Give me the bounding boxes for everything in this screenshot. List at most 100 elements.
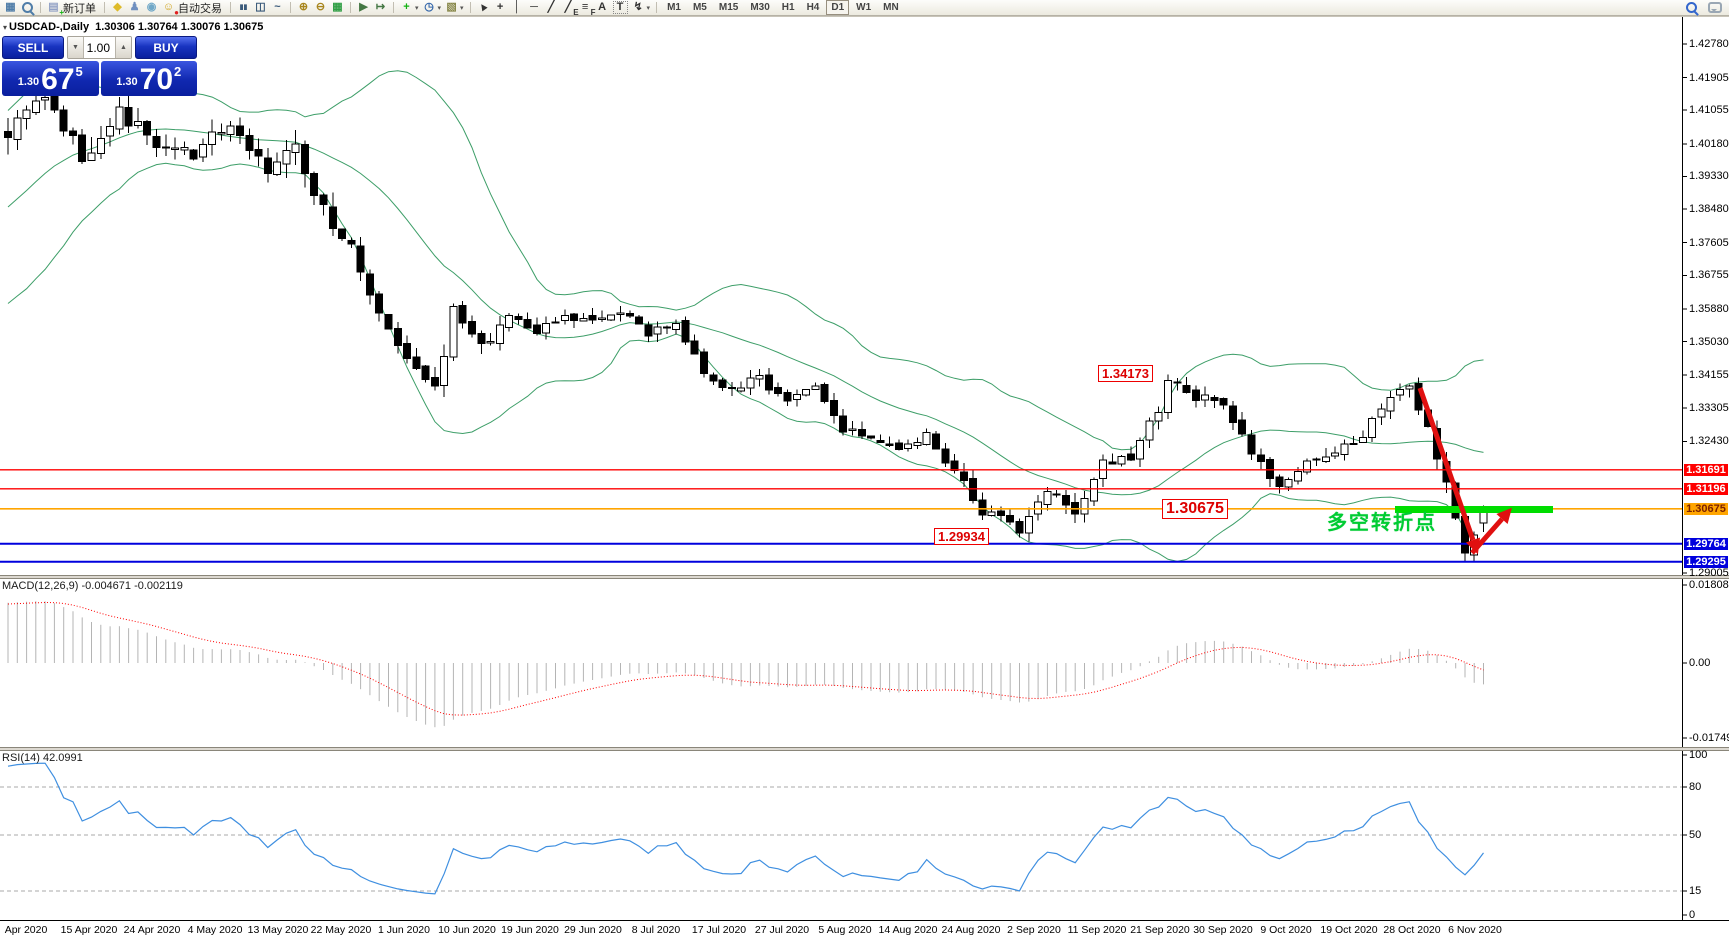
date-axis-label: 24 Aug 2020 bbox=[941, 924, 1001, 936]
toolbar-separator bbox=[290, 2, 291, 13]
text-icon[interactable]: A bbox=[594, 0, 611, 15]
chart-title-symbol: USDCAD-,Daily bbox=[9, 21, 90, 33]
sell-price-big: 67 bbox=[41, 63, 75, 97]
search-icon[interactable] bbox=[1683, 0, 1700, 15]
macd-axis-tick: 0.018083 bbox=[1689, 579, 1729, 592]
rsi-panel-splitter[interactable] bbox=[0, 747, 1729, 751]
date-axis-label: 1 Jun 2020 bbox=[378, 924, 430, 936]
autotrade-button[interactable]: ☺ ● bbox=[160, 0, 179, 17]
swing-low-price-label[interactable]: 1.29934 bbox=[934, 528, 989, 545]
toolbar-separator bbox=[40, 2, 41, 13]
chart-styles-icon[interactable]: ◆ bbox=[109, 0, 126, 15]
rsi-axis-tick: 100 bbox=[1689, 749, 1708, 761]
volume-up-button[interactable]: ▲ bbox=[115, 37, 131, 58]
price-chart-canvas[interactable] bbox=[0, 0, 1729, 941]
price-axis-tick: 1.37605 bbox=[1689, 236, 1729, 249]
toolbar-separator bbox=[350, 2, 351, 13]
price-axis-tick: 1.40180 bbox=[1689, 137, 1729, 150]
chart-title: ▾ USDCAD-,Daily 1.30306 1.30764 1.30076 1.… bbox=[3, 21, 263, 33]
toolbar-right bbox=[1677, 0, 1729, 15]
zoom-out-icon[interactable]: ⊖ bbox=[312, 0, 329, 15]
date-axis-label: 6 Nov 2020 bbox=[1448, 924, 1502, 936]
timeframe-h1-button[interactable]: H1 bbox=[777, 0, 800, 15]
timeframe-m30-button[interactable]: M30 bbox=[745, 0, 774, 15]
date-axis-label: 5 Aug 2020 bbox=[818, 924, 872, 936]
zoom-in-icon[interactable]: ⊕ bbox=[295, 0, 312, 15]
chart-svg[interactable] bbox=[0, 0, 1729, 941]
vertical-line-icon[interactable]: │ bbox=[509, 0, 526, 15]
timeframe-m5-button[interactable]: M5 bbox=[688, 0, 712, 15]
indicators-icon-dropdown[interactable]: ▾ bbox=[415, 4, 419, 12]
arrows-icon[interactable]: ↯ bbox=[630, 0, 647, 15]
timeframe-mn-button[interactable]: MN bbox=[878, 0, 904, 15]
profiles-icon[interactable]: ♟ bbox=[126, 0, 143, 15]
turning-point-note[interactable]: 多空转折点 bbox=[1327, 506, 1437, 535]
price-axis-tick: 1.41055 bbox=[1689, 104, 1729, 117]
fibonacci-icon[interactable]: ≡ F bbox=[577, 0, 596, 17]
price-axis-highlight: 1.29295 bbox=[1684, 555, 1728, 568]
toolbar-separator bbox=[656, 2, 658, 13]
candles-layer bbox=[4, 88, 1488, 563]
current-price-text-label[interactable]: 1.30675 bbox=[1162, 499, 1228, 519]
signals-icon[interactable]: ◉ bbox=[143, 0, 160, 15]
rsi-axis-tick: 15 bbox=[1689, 885, 1702, 897]
buy-button[interactable]: BUY bbox=[135, 36, 197, 59]
timeframe-m15-button[interactable]: M15 bbox=[714, 0, 743, 15]
trendline-icon[interactable]: ╱ bbox=[543, 0, 560, 15]
one-click-trading-panel: SELL ▼ 1.00 ▲ BUY 1.30 67 5 1.30 70 2 bbox=[2, 36, 197, 96]
periods-icon[interactable]: ◷ bbox=[421, 0, 438, 15]
macd-panel-splitter[interactable] bbox=[0, 575, 1729, 579]
price-axis-tick: 1.35030 bbox=[1689, 335, 1729, 348]
channel-icon[interactable]: ╱ E bbox=[560, 0, 579, 17]
new-chart-icon[interactable]: ▦ bbox=[2, 0, 19, 15]
date-axis-label: 27 Jul 2020 bbox=[754, 924, 810, 936]
templates-icon[interactable]: ▧ bbox=[443, 0, 460, 15]
volume-down-button[interactable]: ▼ bbox=[68, 37, 84, 58]
buy-price-box[interactable]: 1.30 70 2 bbox=[100, 61, 197, 96]
print-preview-icon[interactable] bbox=[19, 0, 36, 15]
date-axis-label: 2 Sep 2020 bbox=[1007, 924, 1061, 936]
collapse-triangle-icon[interactable]: ▾ bbox=[3, 23, 7, 32]
new-order-button-label[interactable]: 新订单 bbox=[63, 0, 96, 16]
sell-button[interactable]: SELL bbox=[2, 36, 64, 59]
sell-price-box[interactable]: 1.30 67 5 bbox=[2, 61, 99, 96]
autotrade-button-label[interactable]: 自动交易 bbox=[178, 0, 222, 16]
price-axis-tick: 1.35880 bbox=[1689, 302, 1729, 315]
bar-chart-icon[interactable]: ▮▮ bbox=[235, 0, 252, 15]
volume-input[interactable]: 1.00 bbox=[84, 37, 115, 58]
date-axis-label: 8 Jul 2020 bbox=[631, 924, 681, 936]
timeframe-m1-button[interactable]: M1 bbox=[662, 0, 686, 15]
volume-control: ▼ 1.00 ▲ bbox=[67, 36, 132, 59]
date-axis-label: 4 May 2020 bbox=[187, 924, 243, 936]
print-preview-icon bbox=[22, 2, 33, 13]
rsi-axis-tick: 0 bbox=[1689, 909, 1696, 921]
price-axis-tick: 1.29005 bbox=[1689, 566, 1729, 579]
rsi-indicator-label: RSI(14) 42.0991 bbox=[2, 752, 83, 764]
swing-high-price-label[interactable]: 1.34173 bbox=[1098, 365, 1153, 382]
macd-indicator-label: MACD(12,26,9) -0.004671 -0.002119 bbox=[2, 580, 183, 592]
timeframe-d1-button[interactable]: D1 bbox=[826, 0, 850, 15]
arrows-icon-dropdown[interactable]: ▾ bbox=[647, 4, 651, 12]
tile-windows-icon[interactable]: ▦ bbox=[329, 0, 346, 15]
date-axis-label: 10 Jun 2020 bbox=[438, 924, 496, 936]
chart-shift-icon[interactable]: ↦ bbox=[372, 0, 389, 15]
horizontal-line-icon[interactable]: ─ bbox=[526, 0, 543, 15]
price-axis-tick: 1.41905 bbox=[1689, 71, 1729, 84]
label-icon[interactable]: T bbox=[612, 1, 628, 14]
auto-scroll-icon[interactable]: ▶ bbox=[355, 0, 372, 15]
toolbar-separator bbox=[230, 2, 231, 13]
timeframe-w1-button[interactable]: W1 bbox=[851, 0, 876, 15]
templates-icon-dropdown[interactable]: ▾ bbox=[460, 4, 464, 12]
periods-icon-dropdown[interactable]: ▾ bbox=[438, 4, 442, 12]
new-order-button[interactable]: ▤ + bbox=[45, 0, 64, 17]
trend-arrow-up[interactable] bbox=[1470, 507, 1512, 555]
line-chart-icon[interactable]: ~ bbox=[269, 0, 286, 15]
candlestick-chart-icon[interactable]: ◫ bbox=[252, 0, 269, 15]
indicators-icon[interactable]: + bbox=[398, 0, 415, 15]
date-axis-label: 19 Oct 2020 bbox=[1320, 924, 1378, 936]
date-axis-label: 19 Jun 2020 bbox=[501, 924, 559, 936]
crosshair-icon[interactable]: + bbox=[492, 0, 509, 15]
timeframe-h4-button[interactable]: H4 bbox=[802, 0, 825, 15]
toolbar-separator bbox=[469, 2, 471, 13]
chat-icon[interactable] bbox=[1706, 0, 1723, 15]
